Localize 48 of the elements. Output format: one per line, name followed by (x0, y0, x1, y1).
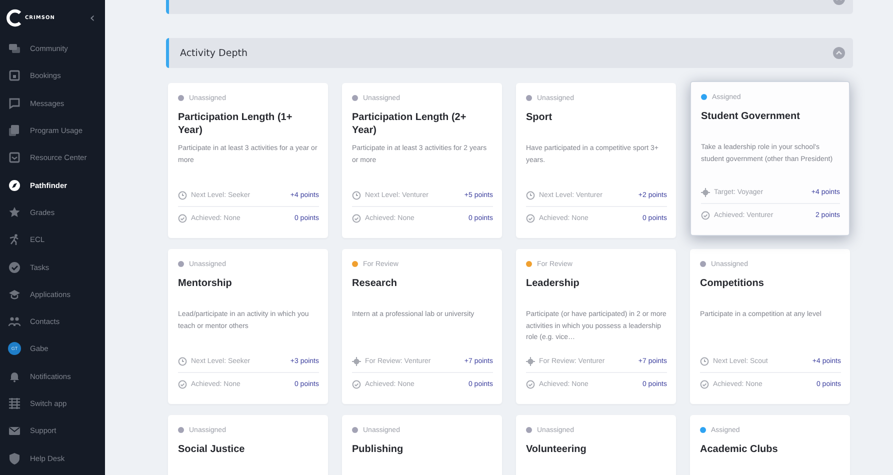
card-title: Sport (526, 111, 554, 125)
check-circle-icon (8, 260, 21, 274)
check-circle-icon (700, 380, 709, 388)
check-circle-icon (352, 380, 361, 388)
check-circle-icon (701, 210, 710, 220)
card-title: Social Justice (178, 443, 246, 457)
check-circle-icon (178, 214, 187, 222)
clock-icon (700, 356, 709, 366)
compass-icon (8, 178, 21, 192)
card-title: Academic Clubs (700, 443, 779, 457)
card-title: Volunteering (526, 443, 588, 457)
grid-icon (8, 397, 21, 410)
chat-bubbles-icon (8, 42, 21, 56)
help-shield-icon (8, 452, 21, 465)
check-circle-icon (352, 214, 361, 222)
message-icon (8, 96, 21, 110)
section-header[interactable]: Activity Depth (166, 38, 853, 68)
collapse-button[interactable]: ‹ (88, 12, 97, 24)
inbox-icon (8, 151, 21, 164)
card-title: Participation Length (1+ Year) (178, 111, 294, 137)
clock-icon (352, 190, 361, 200)
crosshair-icon (526, 356, 535, 366)
clock-icon (526, 190, 535, 200)
card-title: Research (352, 277, 398, 291)
clock-icon (178, 190, 187, 200)
card-title: Leadership (526, 277, 580, 291)
crosshair-icon (701, 188, 710, 196)
check-circle-icon (526, 214, 535, 222)
card-title: Participation Length (2+ Year) (352, 111, 468, 137)
envelope-icon (8, 424, 21, 438)
check-circle-icon (526, 380, 535, 388)
bell-icon (8, 370, 21, 383)
star-icon (8, 206, 21, 219)
graduation-cap-icon (8, 288, 21, 301)
people-icon (8, 315, 21, 328)
check-circle-icon (178, 380, 187, 388)
document-stack-icon (8, 124, 21, 138)
section-title: Activity Depth (180, 48, 248, 58)
card-title: Competitions (700, 277, 765, 291)
collapse-icon (833, 47, 845, 59)
card-title: Mentorship (178, 277, 233, 291)
card-title: Publishing (352, 443, 404, 457)
logo-c-icon (6, 8, 24, 28)
clock-icon (178, 356, 187, 366)
running-figure-icon (8, 233, 21, 246)
calendar-icon (8, 69, 21, 82)
card-title: Student Government (701, 110, 801, 124)
crosshair-icon (352, 356, 361, 366)
